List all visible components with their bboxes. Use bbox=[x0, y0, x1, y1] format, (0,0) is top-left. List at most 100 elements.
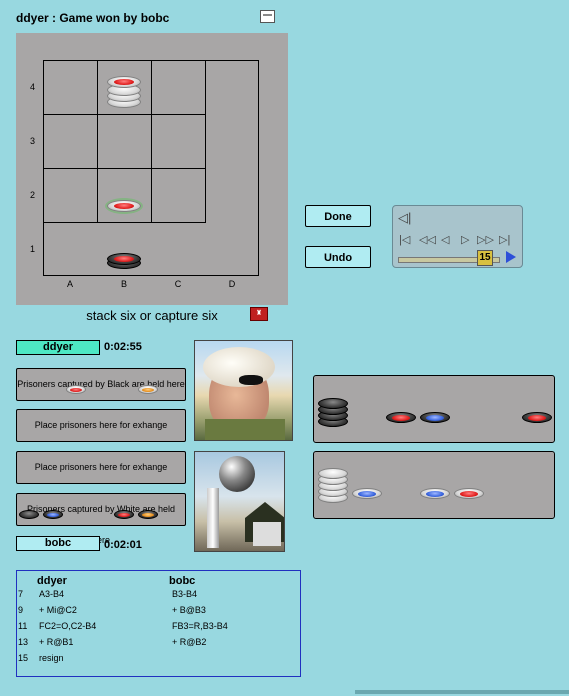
black-chip-rack[interactable] bbox=[313, 375, 555, 443]
prisoner-chip bbox=[43, 510, 63, 519]
rules-icon[interactable]: ♜ bbox=[250, 307, 268, 321]
last-move-icon[interactable]: ▷| bbox=[499, 234, 510, 246]
rack-chip bbox=[318, 468, 348, 479]
rewind-icon[interactable]: ◁| bbox=[398, 211, 411, 224]
player-time-ddyer: 0:02:55 bbox=[104, 341, 142, 353]
prisoner-chip bbox=[66, 385, 86, 394]
move-bobc: FB3=R,B3-B4 bbox=[172, 621, 228, 631]
blue-marker-icon bbox=[358, 490, 376, 497]
board-cell[interactable] bbox=[152, 169, 206, 223]
rack-chip bbox=[420, 412, 450, 423]
move-ddyer: resign bbox=[39, 653, 64, 663]
replay-slider-thumb[interactable]: 15 bbox=[477, 250, 493, 266]
chip-b2[interactable] bbox=[107, 200, 141, 212]
move-bobc: + R@B2 bbox=[172, 637, 207, 647]
history-header-ddyer: ddyer bbox=[37, 575, 67, 587]
rack-chip bbox=[318, 398, 348, 409]
board-cell[interactable] bbox=[98, 169, 152, 223]
player-avatar-ddyer bbox=[194, 340, 293, 441]
back-fast-icon[interactable]: ◁◁ bbox=[419, 234, 436, 246]
board-cell[interactable] bbox=[152, 115, 206, 169]
board-cell[interactable] bbox=[98, 115, 152, 169]
board-grid[interactable] bbox=[43, 60, 259, 276]
player-avatar-bobc bbox=[194, 451, 285, 552]
player-name-bobc: bobc bbox=[16, 536, 100, 551]
exchange-box-1[interactable]: Place prisoners here for exhange bbox=[16, 409, 186, 442]
done-button[interactable]: Done bbox=[305, 205, 371, 227]
undo-button[interactable]: Undo bbox=[305, 246, 371, 268]
board-cell[interactable] bbox=[44, 61, 98, 115]
board-caption: stack six or capture six bbox=[86, 308, 218, 323]
board-cell[interactable] bbox=[44, 169, 98, 223]
move-ddyer: A3-B4 bbox=[39, 589, 65, 599]
orange-marker-icon bbox=[142, 387, 154, 392]
red-marker-icon bbox=[114, 256, 134, 262]
history-header-bobc: bobc bbox=[169, 575, 196, 587]
red-marker-icon bbox=[118, 512, 130, 517]
white-prisoners-box[interactable]: Prisoners captured by White are held her… bbox=[16, 493, 186, 545]
move-number: 13 bbox=[18, 637, 29, 647]
play-icon[interactable] bbox=[506, 251, 516, 263]
blue-marker-icon bbox=[426, 414, 444, 421]
red-marker-icon bbox=[70, 387, 82, 392]
history-row: 11 FC2=O,C2-B4 FB3=R,B3-B4 bbox=[17, 621, 300, 637]
col-label-a: A bbox=[66, 279, 73, 289]
exchange-box-2[interactable]: Place prisoners here for exhange bbox=[16, 451, 186, 484]
rack-chip bbox=[522, 412, 552, 423]
history-row: 15 resign bbox=[17, 653, 300, 669]
row-label-1: 1 bbox=[30, 244, 36, 254]
prisoner-chip bbox=[138, 385, 158, 394]
window-resize-edge[interactable] bbox=[355, 690, 569, 694]
back-step-icon[interactable]: ◁ bbox=[441, 234, 449, 246]
prisoner-chip bbox=[114, 510, 134, 519]
window-menu-icon[interactable] bbox=[260, 10, 275, 23]
red-marker-icon bbox=[528, 414, 546, 421]
move-ddyer: FC2=O,C2-B4 bbox=[39, 621, 97, 631]
chip-b1-top bbox=[107, 253, 141, 265]
prisoner-chip bbox=[19, 510, 39, 519]
player-name-ddyer: ddyer bbox=[16, 340, 100, 355]
replay-controls: ◁| |◁ ◁◁ ◁ ▷ ▷▷ ▷| 15 bbox=[392, 205, 523, 268]
orange-marker-icon bbox=[142, 512, 154, 517]
move-number: 11 bbox=[18, 621, 28, 631]
first-move-icon[interactable]: |◁ bbox=[399, 234, 410, 246]
history-row: 9 + Mi@C2 + B@B3 bbox=[17, 605, 300, 621]
history-row: 13 + R@B1 + R@B2 bbox=[17, 637, 300, 653]
row-label-3: 3 bbox=[30, 136, 36, 146]
game-board[interactable]: 4 3 2 1 A B C D bbox=[16, 33, 288, 305]
rack-chip bbox=[454, 488, 484, 499]
move-bobc: + B@B3 bbox=[172, 605, 206, 615]
col-label-c: C bbox=[174, 279, 182, 289]
blue-marker-icon bbox=[426, 490, 444, 497]
row-label-2: 2 bbox=[30, 190, 36, 200]
move-bobc: B3-B4 bbox=[172, 589, 198, 599]
white-chip-rack[interactable] bbox=[313, 451, 555, 519]
row-label-4: 4 bbox=[30, 82, 36, 92]
blue-marker-icon bbox=[47, 512, 59, 517]
black-prisoners-box[interactable]: Prisoners captured by Black are held her… bbox=[16, 368, 186, 401]
col-label-d: D bbox=[228, 279, 236, 289]
red-marker-icon bbox=[114, 79, 134, 85]
move-number: 7 bbox=[18, 589, 24, 599]
move-number: 9 bbox=[18, 605, 24, 615]
rack-chip bbox=[352, 488, 382, 499]
rack-chip bbox=[386, 412, 416, 423]
red-marker-icon bbox=[460, 490, 478, 497]
move-number: 15 bbox=[18, 653, 29, 663]
board-cell[interactable] bbox=[152, 61, 206, 115]
player-time-bobc: 0:02:01 bbox=[104, 539, 142, 551]
red-marker-icon bbox=[114, 203, 134, 209]
forward-fast-icon[interactable]: ▷▷ bbox=[477, 234, 494, 246]
forward-step-icon[interactable]: ▷ bbox=[461, 234, 469, 246]
rack-chip bbox=[420, 488, 450, 499]
move-ddyer: + Mi@C2 bbox=[39, 605, 77, 615]
chip-top bbox=[107, 76, 141, 88]
move-history[interactable]: ddyer bobc 7 A3-B4 B3-B4 9 + Mi@C2 + B@B… bbox=[16, 570, 301, 677]
window-title: ddyer : Game won by bobc bbox=[16, 11, 170, 25]
red-marker-icon bbox=[392, 414, 410, 421]
prisoner-chip bbox=[138, 510, 158, 519]
move-ddyer: + R@B1 bbox=[39, 637, 74, 647]
board-cell[interactable] bbox=[44, 115, 98, 169]
history-row: 7 A3-B4 B3-B4 bbox=[17, 589, 300, 605]
col-label-b: B bbox=[120, 279, 127, 289]
